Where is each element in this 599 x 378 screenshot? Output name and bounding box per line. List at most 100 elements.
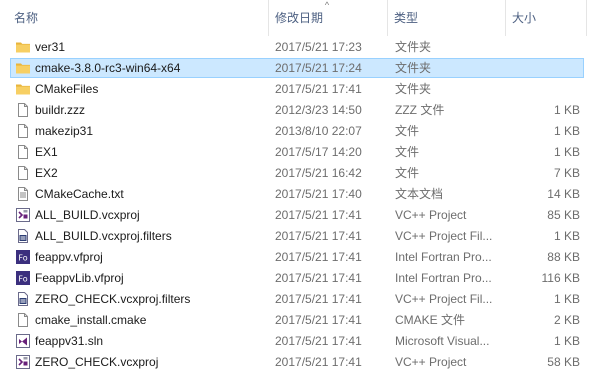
file-name: ZERO_CHECK.vcxproj.filters bbox=[35, 292, 191, 306]
file-type: 文件 bbox=[395, 166, 420, 180]
file-name: ver31 bbox=[35, 40, 66, 54]
file-row[interactable]: ZERO_CHECK.vcxproj.filters 2017/5/21 17:4… bbox=[0, 289, 599, 310]
file-type: CMAKE 文件 bbox=[395, 313, 466, 327]
vcxproj-filters-icon bbox=[15, 291, 31, 307]
file-icon bbox=[15, 102, 31, 118]
file-date: 2017/5/21 17:41 bbox=[275, 334, 362, 348]
folder-icon bbox=[15, 60, 31, 76]
file-row[interactable]: Fo FeappvLib.vfproj 2017/5/21 17:41 Intel F… bbox=[0, 268, 599, 289]
sort-ascending-icon: ^ bbox=[324, 0, 330, 10]
fortran-project-icon: Fo bbox=[15, 249, 31, 265]
file-row[interactable]: ALL_BUILD.vcxproj 2017/5/21 17:41 VC++ Pro… bbox=[0, 205, 599, 226]
file-row[interactable]: CMakeCache.txt 2017/5/21 17:40 文本文档 14 KB bbox=[0, 184, 599, 205]
column-header-bar: 名称 修改日期 ^ 类型 大小 bbox=[0, 0, 599, 36]
text-document-icon bbox=[15, 186, 31, 202]
file-row[interactable]: EX2 2017/5/21 16:42 文件 7 KB bbox=[0, 163, 599, 184]
file-name: cmake-3.8.0-rc3-win64-x64 bbox=[35, 61, 181, 75]
file-name: feappv.vfproj bbox=[35, 250, 103, 264]
file-row[interactable]: EX1 2017/5/17 14:20 文件 1 KB bbox=[0, 142, 599, 163]
file-size bbox=[512, 79, 580, 100]
file-size: 1 KB bbox=[553, 124, 580, 138]
file-row[interactable]: ver31 2017/5/21 17:23 文件夹 bbox=[0, 37, 599, 58]
file-size: 58 KB bbox=[547, 355, 580, 369]
file-size: 85 KB bbox=[547, 208, 580, 222]
file-size: 1 KB bbox=[553, 292, 580, 306]
file-icon bbox=[15, 165, 31, 181]
file-row[interactable]: ALL_BUILD.vcxproj.filters 2017/5/21 17:41… bbox=[0, 226, 599, 247]
file-date: 2013/8/10 22:07 bbox=[275, 124, 362, 138]
file-name: ALL_BUILD.vcxproj.filters bbox=[35, 229, 172, 243]
file-size: 7 KB bbox=[553, 166, 580, 180]
file-name: feappv31.sln bbox=[35, 334, 104, 348]
file-date: 2017/5/21 17:23 bbox=[275, 40, 362, 54]
file-date: 2017/5/21 17:41 bbox=[275, 82, 362, 96]
file-date: 2017/5/21 16:42 bbox=[275, 166, 362, 180]
file-type: Intel Fortran Pro... bbox=[395, 271, 492, 285]
file-date: 2012/3/23 14:50 bbox=[275, 103, 362, 117]
file-type: Microsoft Visual... bbox=[395, 334, 490, 348]
file-type: 文件夹 bbox=[395, 82, 432, 96]
file-name: ALL_BUILD.vcxproj bbox=[35, 208, 140, 222]
file-date: 2017/5/17 14:20 bbox=[275, 145, 362, 159]
file-row[interactable]: Fo feappv.vfproj 2017/5/21 17:41 Intel Fort… bbox=[0, 247, 599, 268]
file-type: 文件 bbox=[395, 124, 420, 138]
file-date: 2017/5/21 17:41 bbox=[275, 229, 362, 243]
file-name: buildr.zzz bbox=[35, 103, 86, 117]
file-size bbox=[512, 58, 580, 79]
file-type: VC++ Project Fil... bbox=[395, 292, 493, 306]
file-name: FeappvLib.vfproj bbox=[35, 271, 124, 285]
file-date: 2017/5/21 17:41 bbox=[275, 292, 362, 306]
file-name: CMakeFiles bbox=[35, 82, 99, 96]
column-header-name[interactable]: 名称 bbox=[8, 0, 265, 36]
file-type: 文件夹 bbox=[395, 61, 432, 75]
file-icon bbox=[15, 123, 31, 139]
file-date: 2017/5/21 17:24 bbox=[275, 61, 362, 75]
file-row-selected[interactable]: cmake-3.8.0-rc3-win64-x64 2017/5/21 17:24… bbox=[0, 58, 599, 79]
file-row[interactable]: buildr.zzz 2012/3/23 14:50 ZZZ 文件 1 KB bbox=[0, 100, 599, 121]
file-type: VC++ Project bbox=[395, 355, 467, 369]
fortran-project-icon: Fo bbox=[15, 270, 31, 286]
column-header-size[interactable]: 大小 bbox=[506, 0, 586, 36]
vcxproj-icon bbox=[15, 354, 31, 370]
file-row[interactable]: makezip31 2013/8/10 22:07 文件 1 KB bbox=[0, 121, 599, 142]
file-type: ZZZ 文件 bbox=[395, 103, 445, 117]
file-date: 2017/5/21 17:41 bbox=[275, 208, 362, 222]
folder-icon bbox=[15, 81, 31, 97]
svg-text:Fo: Fo bbox=[18, 275, 27, 284]
file-size bbox=[512, 37, 580, 58]
column-header-type[interactable]: 类型 bbox=[388, 0, 505, 36]
vcxproj-filters-icon bbox=[15, 228, 31, 244]
solution-icon bbox=[15, 333, 31, 349]
file-name: ZERO_CHECK.vcxproj bbox=[35, 355, 159, 369]
file-row[interactable]: feappv31.sln 2017/5/21 17:41 Microsoft Vis… bbox=[0, 331, 599, 352]
file-date: 2017/5/21 17:41 bbox=[275, 271, 362, 285]
file-size: 2 KB bbox=[553, 313, 580, 327]
file-name: makezip31 bbox=[35, 124, 94, 138]
vcxproj-icon bbox=[15, 207, 31, 223]
file-type: 文件夹 bbox=[395, 40, 432, 54]
column-divider[interactable] bbox=[586, 0, 587, 36]
file-icon bbox=[15, 144, 31, 160]
svg-text:Fo: Fo bbox=[18, 254, 27, 263]
file-size: 116 KB bbox=[541, 271, 580, 285]
folder-icon bbox=[15, 39, 31, 55]
file-date: 2017/5/21 17:41 bbox=[275, 313, 362, 327]
file-name: CMakeCache.txt bbox=[35, 187, 124, 201]
file-date: 2017/5/21 17:40 bbox=[275, 187, 362, 201]
file-row[interactable]: ZERO_CHECK.vcxproj 2017/5/21 17:41 VC++ Pr… bbox=[0, 352, 599, 373]
file-name: cmake_install.cmake bbox=[35, 313, 147, 327]
file-type: 文本文档 bbox=[395, 187, 444, 201]
file-type: 文件 bbox=[395, 145, 420, 159]
file-type: Intel Fortran Pro... bbox=[395, 250, 492, 264]
file-row[interactable]: CMakeFiles 2017/5/21 17:41 文件夹 bbox=[0, 79, 599, 100]
file-name: EX2 bbox=[35, 166, 58, 180]
file-size: 14 KB bbox=[547, 187, 580, 201]
file-date: 2017/5/21 17:41 bbox=[275, 355, 362, 369]
file-name: EX1 bbox=[35, 145, 58, 159]
file-size: 1 KB bbox=[553, 334, 580, 348]
file-size: 1 KB bbox=[553, 145, 580, 159]
file-row[interactable]: cmake_install.cmake 2017/5/21 17:41 CMAKE … bbox=[0, 310, 599, 331]
file-date: 2017/5/21 17:41 bbox=[275, 250, 362, 264]
file-size: 1 KB bbox=[553, 103, 580, 117]
file-size: 1 KB bbox=[553, 229, 580, 243]
